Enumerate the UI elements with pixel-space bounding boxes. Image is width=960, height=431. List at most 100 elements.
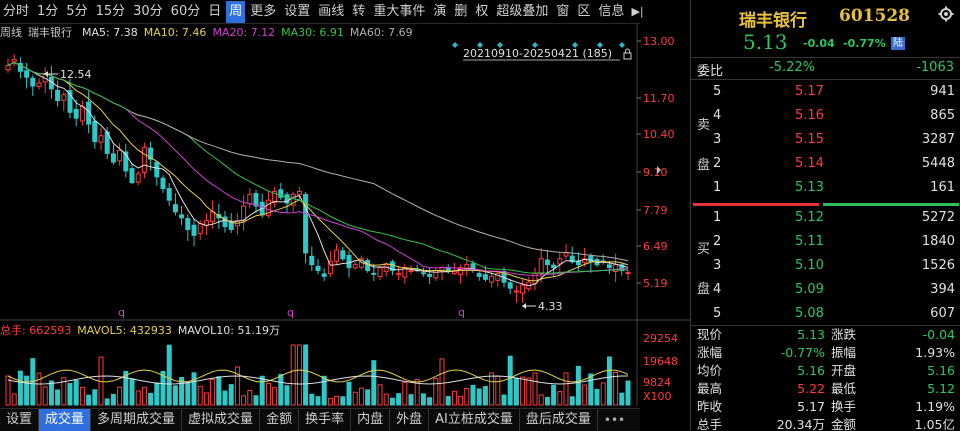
candle xyxy=(625,269,631,280)
volume-axis-label: X100 xyxy=(643,390,672,403)
candle xyxy=(11,54,17,67)
indicator-tab[interactable]: 虚拟成交量 xyxy=(182,409,261,431)
toolbar-item[interactable]: 重大事件 xyxy=(370,1,428,23)
volume-bar xyxy=(352,391,358,406)
toolbar-item[interactable]: 窗 xyxy=(553,1,572,23)
toolbar-expand-icon[interactable]: ▶| xyxy=(627,5,647,18)
candle xyxy=(160,175,166,193)
toolbar-item[interactable]: 区 xyxy=(574,1,593,23)
q-marker[interactable]: q xyxy=(287,306,294,319)
toolbar-item[interactable]: 演 xyxy=(430,1,449,23)
stat-label: 最低 xyxy=(831,381,857,396)
indicator-tab[interactable]: AI立桩成交量 xyxy=(429,409,520,431)
toolbar-item[interactable]: 超级叠加 xyxy=(493,1,551,23)
book-price: 5.13 xyxy=(795,180,824,195)
candle xyxy=(495,271,501,287)
stat-value: 5.16 xyxy=(797,363,825,378)
candle xyxy=(191,219,197,247)
lock-icon[interactable] xyxy=(623,48,632,60)
indicator-tab[interactable]: 内盘 xyxy=(351,409,391,431)
indicator-tab[interactable]: 多周期成交量 xyxy=(91,409,183,431)
volume-bar xyxy=(420,393,426,406)
indicator-tab[interactable]: 设置 xyxy=(0,409,40,431)
q-marker[interactable]: q xyxy=(458,306,465,319)
candle xyxy=(334,243,340,265)
candle xyxy=(24,62,30,89)
volume-bar xyxy=(172,385,178,406)
candle xyxy=(272,187,278,208)
book-level: 5 xyxy=(713,84,722,99)
toolbar-item[interactable]: 更多 xyxy=(247,1,279,23)
stat-label: 金额 xyxy=(831,417,857,431)
stats-row: 总手 20.34万 金额 1.05亿 xyxy=(691,416,960,431)
more-tabs-icon[interactable]: ••• xyxy=(598,413,631,427)
toolbar-item[interactable]: 设置 xyxy=(281,1,313,23)
volume-axis-label: 9824 xyxy=(643,376,671,389)
volume-bar xyxy=(253,395,259,406)
candle xyxy=(36,78,42,90)
book-level: 1 xyxy=(713,210,722,225)
stat-label: 现价 xyxy=(697,327,723,342)
book-volume: 161 xyxy=(930,180,955,195)
toolbar-item[interactable]: 15分 xyxy=(93,1,129,23)
event-marker[interactable] xyxy=(619,42,625,48)
candle xyxy=(544,250,550,275)
toolbar-item[interactable]: 60分 xyxy=(168,1,204,23)
toolbar-item[interactable]: 周 xyxy=(226,0,246,23)
stats-row: 最高 5.22 最低 5.12 xyxy=(691,380,960,397)
toolbar-item[interactable]: 删 xyxy=(451,1,470,23)
candle xyxy=(563,243,569,259)
candle xyxy=(17,57,23,79)
candle xyxy=(79,100,85,126)
book-price: 5.12 xyxy=(795,210,824,225)
range-label[interactable]: 20210910-20250421 (185) xyxy=(463,47,612,60)
stat-value: 20.34万 xyxy=(776,417,825,431)
candle xyxy=(154,160,160,186)
volume-bar xyxy=(470,384,476,406)
candle xyxy=(532,267,538,291)
candle xyxy=(346,250,352,278)
book-volume: 394 xyxy=(930,282,955,297)
indicator-tab[interactable]: 盘后成交量 xyxy=(520,409,598,431)
indicator-tab[interactable]: 金额 xyxy=(260,409,300,431)
book-volume: 1526 xyxy=(921,258,955,273)
toolbar-item[interactable]: 日 xyxy=(205,1,224,23)
toolbar-item[interactable]: 权 xyxy=(472,1,491,23)
indicator-tab[interactable]: 换手率 xyxy=(299,409,352,431)
price-axis-label: 9.10 xyxy=(643,166,668,179)
volume-bar xyxy=(501,394,507,406)
toolbar-item[interactable]: 5分 xyxy=(63,1,90,23)
stat-value: 5.13 xyxy=(797,327,825,342)
indicator-tab[interactable]: 外盘 xyxy=(390,409,430,431)
book-price: 5.11 xyxy=(795,234,824,249)
volume-bar xyxy=(154,382,160,406)
book-level: 1 xyxy=(713,180,722,195)
candle xyxy=(445,264,451,274)
q-marker[interactable]: q xyxy=(118,306,125,319)
book-row: 1 5.12 5272 xyxy=(691,206,960,230)
toolbar-item[interactable]: 信息 xyxy=(595,1,627,23)
indicator-tab[interactable]: 成交量 xyxy=(39,409,92,431)
toolbar-item[interactable]: 画线 xyxy=(315,1,347,23)
volume-bar xyxy=(327,398,333,406)
volume-bar xyxy=(92,389,98,406)
candle xyxy=(42,67,48,94)
toolbar-item[interactable]: 30分 xyxy=(130,1,166,23)
volume-bar xyxy=(17,370,23,406)
stat-label: 昨收 xyxy=(697,399,723,414)
volume-bar xyxy=(365,389,371,406)
toolbar-item[interactable]: 分时 xyxy=(0,1,32,23)
candle xyxy=(315,259,321,275)
toolbar-item[interactable]: 转 xyxy=(349,1,368,23)
volume-bar xyxy=(334,396,340,406)
kline-chart[interactable]: 13.00 11.70 10.40 9.10 7.79 6.49 5.19 20210910-… xyxy=(0,24,690,406)
toolbar-item[interactable]: 1分 xyxy=(34,1,61,23)
stat-value: 1.05亿 xyxy=(914,417,955,431)
event-marker[interactable] xyxy=(452,42,458,48)
stat-value: 5.12 xyxy=(927,381,955,396)
volume-bar xyxy=(445,395,451,406)
candle xyxy=(117,143,123,166)
candle xyxy=(141,142,147,179)
price-axis-label: 10.40 xyxy=(643,128,675,141)
gear-icon[interactable] xyxy=(938,6,954,25)
